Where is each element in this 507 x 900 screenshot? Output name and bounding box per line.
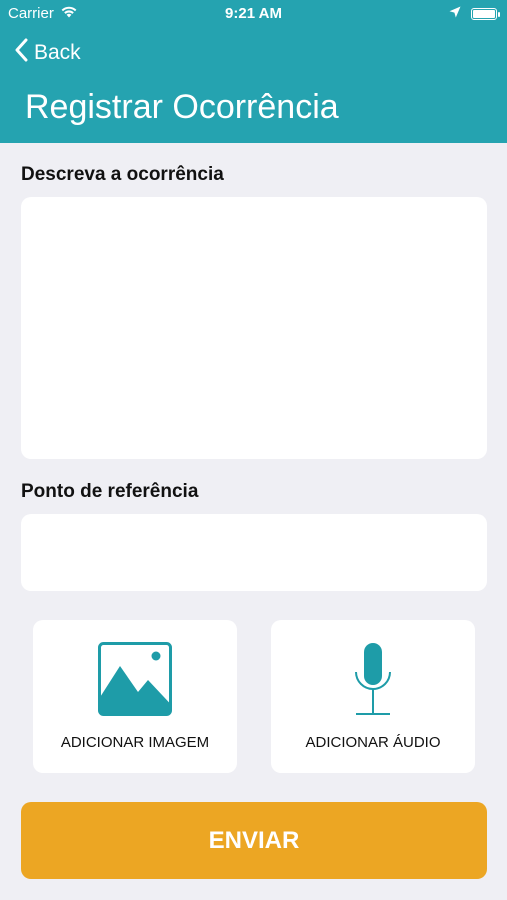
- chevron-left-icon: [14, 38, 28, 68]
- status-bar: Carrier 9:21 AM: [0, 0, 507, 28]
- nav-header: Carrier 9:21 AM Back Registrar Ocorrênci…: [0, 0, 507, 143]
- add-audio-label: ADICIONAR ÁUDIO: [305, 734, 441, 751]
- description-textarea[interactable]: [21, 197, 487, 459]
- back-button[interactable]: Back: [14, 38, 81, 68]
- microphone-icon: [353, 642, 393, 716]
- battery-icon: [471, 7, 500, 20]
- submit-button[interactable]: ENVIAR: [21, 802, 487, 879]
- image-icon: [98, 642, 172, 716]
- status-right: [449, 5, 500, 22]
- add-audio-button[interactable]: ADICIONAR ÁUDIO: [271, 620, 475, 773]
- add-image-label: ADICIONAR IMAGEM: [60, 734, 210, 751]
- back-label: Back: [34, 41, 81, 64]
- status-time: 9:21 AM: [225, 5, 282, 22]
- page-title: Registrar Ocorrência: [25, 88, 339, 126]
- description-label: Descreva a ocorrência: [21, 164, 224, 185]
- add-image-button[interactable]: ADICIONAR IMAGEM: [33, 620, 237, 773]
- location-arrow-icon: [449, 5, 461, 22]
- reference-input[interactable]: [21, 514, 487, 591]
- reference-label: Ponto de referência: [21, 481, 199, 502]
